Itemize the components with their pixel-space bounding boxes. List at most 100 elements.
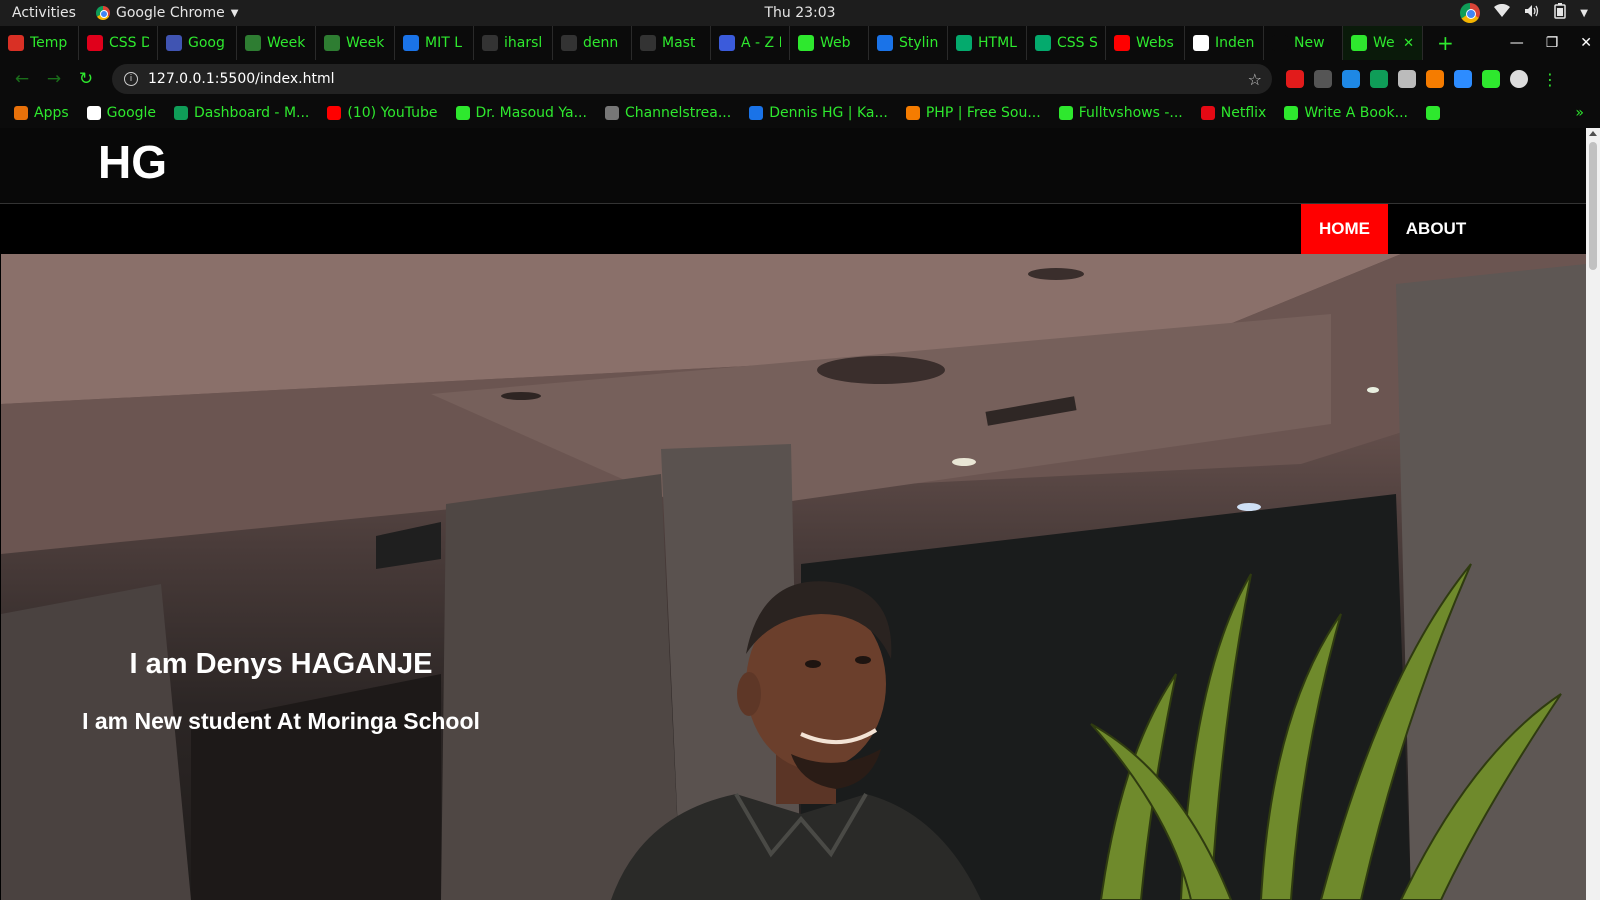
system-menu-arrow-icon[interactable]: ▼ [1580,8,1588,19]
globe-icon [798,35,814,51]
bookmark-item[interactable]: Dennis HG | Ka... [749,105,888,121]
tab-label: Mast [662,35,696,51]
puzzle-icon[interactable] [1482,70,1500,88]
bookmark-item[interactable]: Netflix [1200,105,1266,121]
pepper-icon[interactable] [1426,70,1444,88]
hero-section: I am Denys HAGANJE I am New student At M… [1,254,1586,900]
bookmark-item[interactable]: Apps [14,105,69,121]
app-menu[interactable]: Google Chrome ▼ [96,5,238,21]
forward-button[interactable]: → [38,69,70,89]
tab-label: Web [820,35,851,51]
hero-photo [1,254,1586,900]
opera-icon [87,35,103,51]
browser-tab[interactable]: MIT L [395,26,474,60]
bookmark-label: Channelstrea... [624,105,732,121]
profile-avatar[interactable] [1510,70,1528,88]
iq-icon[interactable] [1342,70,1360,88]
tab-label: HTML [978,35,1017,51]
globe-icon [455,106,470,120]
browser-tab[interactable]: Temp [0,26,79,60]
system-tray[interactable]: ▼ [1460,0,1588,26]
bookmark-item[interactable]: Dr. Masoud Ya... [455,105,587,121]
battery-icon[interactable] [1554,3,1567,23]
app-menu-label: Google Chrome [116,5,225,21]
bookmark-item[interactable]: Channelstrea... [604,105,732,121]
browser-tab[interactable]: New [1264,26,1343,60]
tab-label: iharsl [504,35,543,51]
site-info-icon[interactable]: i [124,72,138,86]
browser-tab[interactable]: HTML [948,26,1027,60]
back-button[interactable]: ← [6,69,38,89]
browser-tab[interactable]: Webs [1106,26,1185,60]
bookmark-item[interactable]: PHP | Free Sou... [905,105,1041,121]
nav-home-link[interactable]: HOME [1301,204,1388,254]
help-icon [403,35,419,51]
youtube-icon [327,106,342,120]
bookmarks-overflow-button[interactable]: » [1575,105,1584,121]
bookmark-item[interactable] [1425,106,1440,120]
tab-strip: Temp CSS D Goog Week Week MIT L iharsl denn Mast… [0,26,1600,60]
book-icon [1284,106,1299,120]
scroll-up-arrow-icon[interactable] [1589,131,1597,136]
netflix-icon [1200,106,1215,120]
address-url[interactable]: 127.0.0.1:5500/index.html [148,71,335,87]
github-icon [482,35,498,51]
system-clock[interactable]: Thu 23:03 [0,5,1600,21]
browser-menu-icon[interactable]: ⋮ [1542,70,1558,89]
bookmark-label: Apps [34,105,69,121]
bookmark-label: Dennis HG | Ka... [769,105,888,121]
tab-label: CSS D [109,35,149,51]
tab-label: New [1294,35,1325,51]
browser-tab[interactable]: CSS D [79,26,158,60]
reload-button[interactable]: ↻ [70,69,102,89]
channel-icon [604,106,619,120]
bookmark-item[interactable]: Google [86,105,156,121]
browser-tab[interactable]: Inden [1185,26,1264,60]
browser-tab[interactable]: Stylin [869,26,948,60]
chrome-tray-icon[interactable] [1460,3,1481,23]
bookmark-item[interactable]: Dashboard - M... [174,105,309,121]
browser-tab[interactable]: Week [316,26,395,60]
w3-icon [1035,35,1051,51]
hg-logo[interactable]: HG [98,138,172,194]
logo-text: HG [98,138,167,188]
bookmark-item[interactable]: Fulltvshows -... [1058,105,1183,121]
tab-label: Goog [188,35,225,51]
volume-icon[interactable] [1524,4,1540,22]
browser-tab[interactable]: iharsl [474,26,553,60]
adblock-icon[interactable] [1286,70,1304,88]
plant-icon [324,35,340,51]
close-window-icon[interactable]: ✕ [1580,35,1592,51]
browser-tab[interactable]: denn [553,26,632,60]
apps-grid-icon [14,106,28,120]
address-bar[interactable]: i 127.0.0.1:5500/index.html ☆ [112,64,1272,94]
activities-button[interactable]: Activities [0,5,96,21]
zoom-icon[interactable] [1454,70,1472,88]
nav-about-link[interactable]: ABOUT [1396,204,1476,254]
wifi-icon[interactable] [1494,3,1511,22]
blue-box-icon [877,35,893,51]
maximize-icon[interactable]: ❐ [1546,35,1559,51]
incognito-icon[interactable] [1314,70,1332,88]
bookmark-label: Dr. Masoud Ya... [475,105,587,121]
tab-label: We [1373,35,1395,51]
bookmark-item[interactable]: Write A Book... [1284,105,1408,121]
browser-tab[interactable]: Week [237,26,316,60]
scrollbar-thumb[interactable] [1589,142,1597,270]
page-viewport: HG HOME ABOUT I am Denys HAGANJE I am Ne… [0,128,1600,900]
minimize-icon[interactable]: — [1510,35,1524,51]
cube-icon[interactable] [1398,70,1416,88]
close-tab-icon[interactable]: ✕ [1403,36,1414,51]
browser-tab[interactable]: A - Z L [711,26,790,60]
browser-tab[interactable]: Goog [158,26,237,60]
browser-tab[interactable]: We ✕ [1343,26,1423,60]
browser-tab[interactable]: Mast [632,26,711,60]
drive-icon[interactable] [1370,70,1388,88]
page-scrollbar[interactable] [1586,128,1600,900]
bookmark-star-icon[interactable]: ☆ [1248,70,1262,89]
bookmark-item[interactable]: (10) YouTube [327,105,438,121]
browser-tab[interactable]: CSS S [1027,26,1106,60]
new-tab-button[interactable]: + [1437,31,1454,55]
browser-tab[interactable]: Web [790,26,869,60]
tab-label: A - Z L [741,35,781,51]
